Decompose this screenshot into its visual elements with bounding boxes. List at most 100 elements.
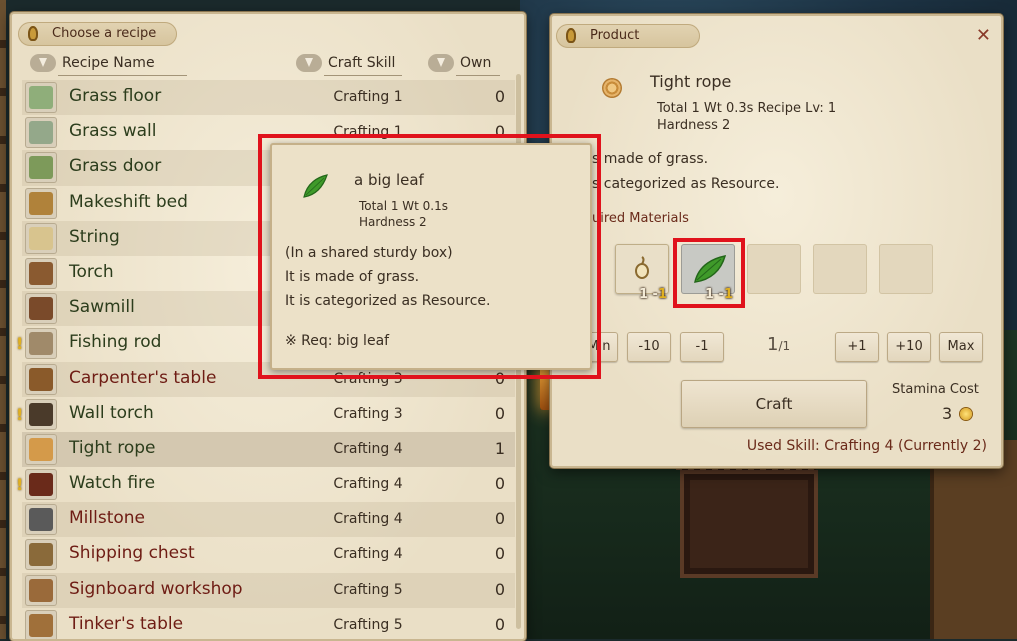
sort-icon[interactable] xyxy=(428,54,454,72)
material-slot-string[interactable]: 1 -1 xyxy=(615,244,669,302)
fishing-rod-icon xyxy=(25,328,57,360)
chest-icon xyxy=(25,539,57,571)
icon-fill xyxy=(29,473,53,497)
rope-icon xyxy=(25,433,57,465)
column-own[interactable]: Own xyxy=(428,54,500,76)
divider xyxy=(324,75,402,76)
stamina-cost-label: Stamina Cost xyxy=(892,382,979,397)
required-materials-label: uired Materials xyxy=(592,211,689,226)
recipe-row[interactable]: Millstone Crafting 4 0 xyxy=(22,502,515,538)
recipe-own-count: 0 xyxy=(494,509,505,529)
recipe-name: String xyxy=(69,226,120,247)
close-button[interactable]: ✕ xyxy=(976,25,991,46)
recipe-craft-skill: Crafting 5 xyxy=(333,581,403,598)
recipe-name: Grass floor xyxy=(69,86,162,106)
recipe-name: Grass wall xyxy=(69,121,157,142)
recipe-name: Wall torch xyxy=(69,402,154,423)
recipe-name: Sawmill xyxy=(69,297,135,318)
icon-fill xyxy=(29,226,53,250)
recipe-row[interactable]: Tight rope Crafting 4 1 xyxy=(22,431,515,468)
product-description: s made of grass. s categorized as Resour… xyxy=(592,151,780,192)
sort-icon[interactable] xyxy=(296,54,322,72)
item-tooltip: a big leaf Total 1 Wt 0.1s Hardness 2 (I… xyxy=(270,143,592,370)
recipe-row[interactable]: Signboard workshop Crafting 5 0 xyxy=(22,572,515,608)
millstone-icon xyxy=(25,504,57,536)
column-craft-skill[interactable]: Craft Skill xyxy=(296,54,402,76)
recipe-own-count: 0 xyxy=(494,474,505,494)
recipe-craft-skill: Crafting 4 xyxy=(333,440,403,457)
plus-1-button[interactable]: +1 xyxy=(835,332,879,362)
wooden-dock xyxy=(680,470,818,578)
product-panel: Product ✕ Tight rope Total 1 Wt 0.3s Rec… xyxy=(550,14,1003,468)
icon-fill xyxy=(29,508,53,532)
recipe-row[interactable]: Tinker's table Crafting 5 0 xyxy=(22,608,515,639)
pin-icon xyxy=(28,26,38,41)
minus-1-button[interactable]: -1 xyxy=(680,332,724,362)
torch-icon xyxy=(25,257,57,289)
icon-fill xyxy=(29,121,53,145)
product-name: Tight rope xyxy=(650,72,732,91)
tooltip-description: (In a shared sturdy box) It is made of g… xyxy=(285,245,491,309)
used-skill: Used Skill: Crafting 4 (Currently 2) xyxy=(746,438,987,454)
recipe-own-count: 0 xyxy=(494,544,505,564)
wall-torch-icon xyxy=(25,398,57,430)
recipe-row[interactable]: Shipping chest Crafting 4 0 xyxy=(22,537,515,572)
recipe-own-count: 0 xyxy=(494,614,505,634)
icon-fill xyxy=(29,613,53,637)
icon-fill xyxy=(29,191,53,215)
grass-floor-icon xyxy=(25,82,57,113)
recipe-row[interactable]: Grass floor Crafting 1 0 xyxy=(22,80,515,116)
recipe-craft-skill: Crafting 1 xyxy=(333,124,403,141)
tooltip-stats: Total 1 Wt 0.1s Hardness 2 xyxy=(359,199,449,229)
divider xyxy=(456,75,500,76)
material-slot-empty xyxy=(813,244,867,294)
material-quantity: 1 -1 xyxy=(638,287,667,302)
recipe-own-count: 0 xyxy=(494,368,505,388)
recipe-name: Grass door xyxy=(69,156,162,177)
recipe-name: Tinker's table xyxy=(69,613,184,634)
icon-fill xyxy=(29,297,53,321)
minus-10-button[interactable]: -10 xyxy=(627,332,671,362)
recipe-own-count: 0 xyxy=(494,87,505,106)
recipe-own-count: 0 xyxy=(494,122,505,142)
product-stats: Total 1 Wt 0.3s Recipe Lv: 1 Hardness 2 xyxy=(657,101,837,133)
recipe-name: Millstone xyxy=(69,508,145,529)
recipe-row[interactable]: Wall torch Crafting 3 0 xyxy=(22,397,515,432)
grass-wall-icon xyxy=(25,117,57,149)
string-icon xyxy=(25,222,57,254)
recipe-name: Carpenter's table xyxy=(69,367,217,388)
craft-button[interactable]: Craft xyxy=(681,380,867,428)
wall-edge xyxy=(0,0,6,639)
recipe-row[interactable]: Watch fire Crafting 4 0 xyxy=(22,467,515,502)
plus-10-button[interactable]: +10 xyxy=(887,332,931,362)
divider xyxy=(58,75,187,76)
alert-icon xyxy=(16,405,24,421)
recipe-panel-title: Choose a recipe xyxy=(18,22,177,46)
highlight-box xyxy=(673,238,745,308)
sawmill-icon xyxy=(25,293,57,325)
wooden-floor xyxy=(930,440,1017,639)
recipe-name: Watch fire xyxy=(69,473,156,494)
icon-fill xyxy=(29,402,53,426)
big-leaf-icon xyxy=(303,174,328,198)
recipe-own-count: 0 xyxy=(494,579,505,599)
recipe-own-count: 0 xyxy=(494,403,505,423)
product-panel-title: Product xyxy=(556,24,700,48)
recipe-name: Fishing rod xyxy=(69,332,162,353)
recipe-craft-skill: Crafting 1 xyxy=(333,89,403,105)
tooltip-item-name: a big leaf xyxy=(354,171,424,189)
material-slot-empty xyxy=(879,244,933,294)
recipe-name: Makeshift bed xyxy=(69,191,188,212)
icon-fill xyxy=(29,86,53,109)
sort-icon[interactable] xyxy=(30,54,56,72)
material-slot-empty xyxy=(747,244,801,294)
icon-fill xyxy=(29,156,53,180)
tooltip-requirement: ※ Req: big leaf xyxy=(285,333,390,349)
recipe-craft-skill: Crafting 3 xyxy=(333,405,403,422)
column-recipe-name[interactable]: Recipe Name xyxy=(30,54,187,76)
icon-fill xyxy=(29,578,53,602)
tinker-table-icon xyxy=(25,609,57,639)
max-button[interactable]: Max xyxy=(939,332,983,362)
recipe-craft-skill: Crafting 4 xyxy=(333,511,403,528)
alert-icon xyxy=(16,475,24,491)
